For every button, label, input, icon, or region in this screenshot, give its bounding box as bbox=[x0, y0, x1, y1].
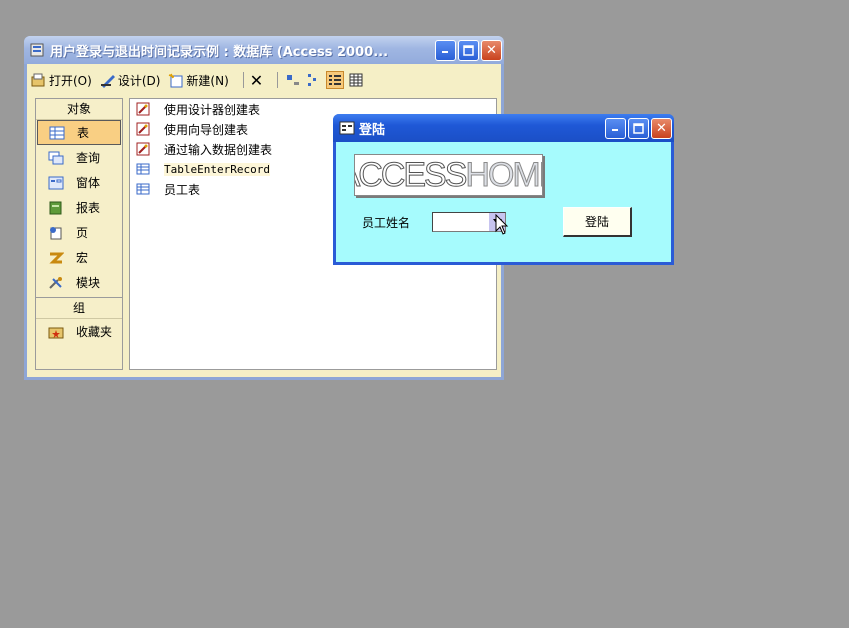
small-icons-view-button[interactable] bbox=[305, 71, 323, 89]
database-app-icon bbox=[30, 43, 44, 57]
new-icon bbox=[169, 73, 183, 88]
details-view-button[interactable] bbox=[347, 71, 365, 89]
database-toolbar: 打开(O) 设计(D) 新建(N) ✕ bbox=[31, 68, 497, 92]
page-icon bbox=[50, 226, 62, 239]
close-button[interactable]: ✕ bbox=[481, 39, 502, 61]
wizard-icon bbox=[136, 122, 150, 136]
list-view-button[interactable] bbox=[326, 71, 345, 89]
object-modules[interactable]: 模块 bbox=[36, 270, 122, 295]
object-queries[interactable]: 查询 bbox=[36, 145, 122, 170]
minimize-icon bbox=[441, 51, 448, 53]
mouse-pointer-icon bbox=[495, 214, 509, 235]
close-button[interactable]: ✕ bbox=[651, 117, 672, 139]
table-icon bbox=[136, 183, 150, 195]
employee-name-label: 员工姓名 bbox=[362, 216, 411, 230]
macro-icon bbox=[49, 252, 64, 263]
object-macros[interactable]: 宏 bbox=[36, 245, 122, 270]
group-favorites[interactable]: 收藏夹 bbox=[36, 319, 122, 344]
form-icon bbox=[339, 121, 355, 135]
delete-button[interactable]: ✕ bbox=[250, 69, 263, 91]
login-dialog: 登陆 ✕ ACCESSHOME 员工姓名 登陆 bbox=[333, 114, 674, 265]
login-button[interactable]: 登陆 bbox=[563, 207, 632, 237]
form-icon bbox=[48, 176, 64, 189]
groups-header: 组 bbox=[36, 297, 122, 319]
maximize-icon bbox=[463, 44, 474, 56]
login-dialog-titlebar[interactable]: 登陆 ✕ bbox=[333, 114, 674, 142]
maximize-icon bbox=[633, 122, 644, 134]
toolbar-separator bbox=[242, 72, 244, 88]
minimize-button[interactable] bbox=[605, 117, 626, 139]
open-icon bbox=[31, 73, 45, 87]
query-icon bbox=[48, 151, 64, 164]
minimize-icon bbox=[611, 129, 618, 131]
module-icon bbox=[49, 276, 62, 289]
maximize-button[interactable] bbox=[458, 39, 479, 61]
maximize-button[interactable] bbox=[628, 117, 649, 139]
objects-pane: 对象 表 查询 窗体 报表 页 宏 模块 组 收藏夹 bbox=[35, 98, 123, 370]
minimize-button[interactable] bbox=[435, 39, 456, 61]
favorites-folder-icon bbox=[48, 327, 64, 338]
large-icons-icon bbox=[287, 75, 300, 85]
large-icons-view-button[interactable] bbox=[284, 71, 302, 89]
table-icon bbox=[136, 163, 150, 175]
accesshome-logo: ACCESSHOME bbox=[354, 154, 543, 196]
login-dialog-title: 登陆 bbox=[359, 122, 386, 138]
toolbar-separator bbox=[277, 72, 279, 88]
close-icon: ✕ bbox=[486, 42, 497, 58]
table-icon bbox=[49, 126, 65, 139]
design-icon bbox=[100, 75, 115, 88]
database-window-title: 用户登录与退出时间记录示例 : 数据库 (Access 2000... bbox=[50, 44, 389, 60]
database-window-titlebar[interactable]: 用户登录与退出时间记录示例 : 数据库 (Access 2000... ✕ bbox=[24, 36, 504, 64]
object-pages[interactable]: 页 bbox=[36, 220, 122, 245]
wizard-icon bbox=[136, 142, 150, 156]
report-icon bbox=[49, 201, 62, 214]
object-forms[interactable]: 窗体 bbox=[36, 170, 122, 195]
small-icons-icon bbox=[308, 74, 317, 86]
wizard-icon bbox=[136, 102, 150, 116]
design-button[interactable]: 设计(D) bbox=[100, 69, 160, 91]
object-reports[interactable]: 报表 bbox=[36, 195, 122, 220]
objects-header: 对象 bbox=[36, 99, 122, 120]
close-icon: ✕ bbox=[656, 120, 667, 136]
new-button[interactable]: 新建(N) bbox=[168, 69, 229, 91]
object-tables[interactable]: 表 bbox=[37, 120, 121, 145]
delete-icon: ✕ bbox=[249, 70, 264, 90]
open-button[interactable]: 打开(O) bbox=[31, 69, 92, 91]
list-view-icon bbox=[329, 75, 342, 85]
details-view-icon bbox=[349, 73, 363, 87]
